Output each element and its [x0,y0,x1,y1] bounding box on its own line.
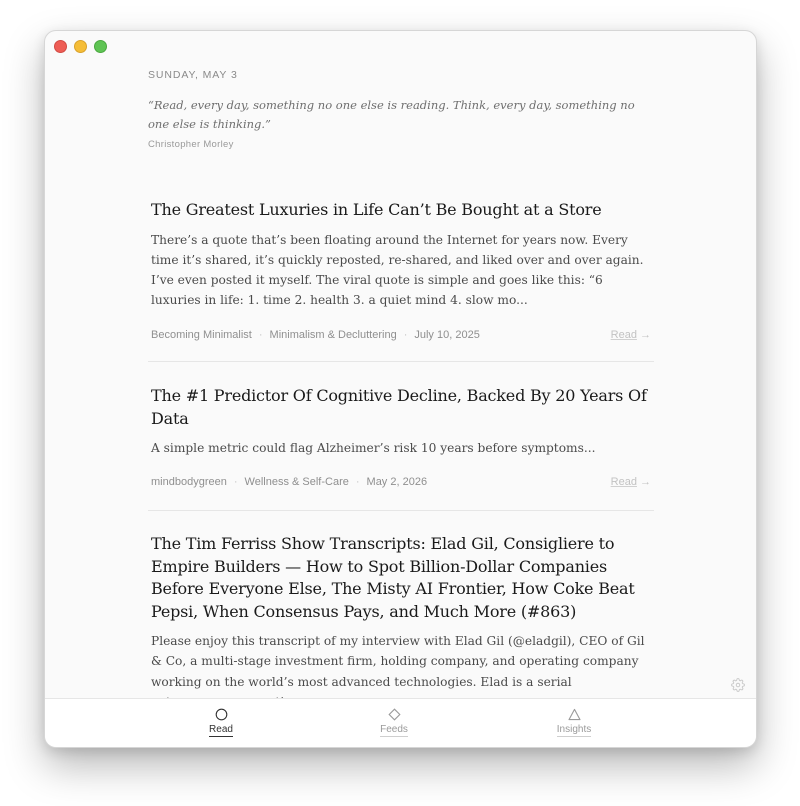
triangle-icon [567,708,581,721]
arrow-right-icon: → [640,476,651,489]
article-excerpt: There’s a quote that’s been floating aro… [151,232,644,308]
circle-icon [215,708,227,721]
tab-insights[interactable]: Insights [534,708,614,737]
article-date: July 10, 2025 [414,328,480,341]
article-title[interactable]: The Greatest Luxuries in Life Can’t Be B… [151,199,654,222]
arrow-right-icon: → [640,328,651,341]
article-card[interactable]: The #1 Predictor Of Cognitive Decline, B… [148,385,654,492]
meta-separator: · [233,476,238,489]
date-heading: SUNDAY, MAY 3 [148,69,238,81]
article-source[interactable]: mindbodygreen [151,476,227,488]
tab-label: Insights [556,724,592,737]
article-meta: mindbodygreen · Wellness & Self-Care · May 2… [151,476,654,492]
gear-icon[interactable] [731,678,745,692]
reading-list[interactable]: SUNDAY, MAY 3 “Read, every day, somethin… [45,31,756,699]
article-excerpt: A simple metric could flag Alzheimer’s r… [151,441,596,455]
read-article-link[interactable]: Read → [611,329,651,341]
meta-separator: · [355,476,360,489]
tab-label: Read [209,724,233,737]
meta-separator: · [403,328,408,341]
quote-author: Christopher Morley [148,139,234,150]
bottom-tab-bar: Read Feeds Insights [45,698,756,747]
tab-read[interactable]: Read [181,708,261,737]
article-category[interactable]: Wellness & Self-Care [245,476,349,488]
meta-separator: · [258,328,263,341]
diamond-icon [387,708,401,721]
read-label: Read [610,476,637,489]
article-meta: Becoming Minimalist · Minimalism & Declutt… [151,329,654,345]
article-card[interactable]: The Tim Ferriss Show Transcripts: Elad G… [148,533,654,699]
article-excerpt: Please enjoy this transcript of my inter… [151,634,645,699]
article-card[interactable]: The Greatest Luxuries in Life Can’t Be B… [148,199,654,345]
read-article-link[interactable]: Read → [611,476,651,488]
app-window: SUNDAY, MAY 3 “Read, every day, somethin… [44,30,757,748]
read-label: Read [610,328,637,341]
daily-quote: “Read, every day, something no one else … [148,98,635,131]
tab-feeds[interactable]: Feeds [354,708,434,737]
article-title[interactable]: The Tim Ferriss Show Transcripts: Elad G… [151,533,654,623]
article-category[interactable]: Minimalism & Decluttering [270,329,397,341]
article-divider [148,361,654,362]
article-source[interactable]: Becoming Minimalist [151,329,252,341]
tab-label: Feeds [380,724,408,737]
article-title[interactable]: The #1 Predictor Of Cognitive Decline, B… [151,385,654,430]
article-divider [148,510,654,511]
article-date: May 2, 2026 [366,476,428,489]
